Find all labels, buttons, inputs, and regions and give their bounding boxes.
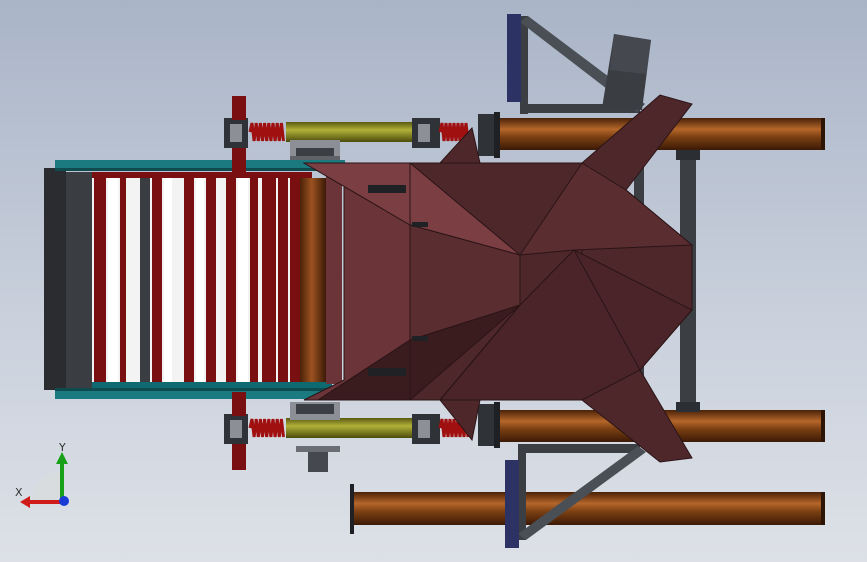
cad-viewport[interactable]: Y X (0, 0, 867, 562)
shock-spring (248, 122, 285, 142)
conveyor-slat (278, 178, 288, 382)
conveyor-slat (94, 178, 106, 382)
x-axis-label: X (15, 486, 23, 499)
conveyor-slat (290, 178, 300, 382)
shock-damper-body (286, 418, 420, 438)
conveyor-slat (120, 178, 126, 382)
conveyor-slat (152, 178, 162, 382)
conveyor-end-cap (44, 168, 94, 390)
frame-top-triangle (507, 14, 651, 114)
shock-bracket (232, 96, 246, 120)
pipe-flange-top (478, 112, 500, 158)
shock-spring (248, 418, 285, 438)
conveyor-slat (226, 178, 236, 382)
y-axis-label: Y (58, 441, 66, 454)
shock-eye-left (230, 124, 242, 142)
conveyor-inner-rail-top (92, 172, 312, 178)
conveyor-slat (184, 178, 194, 382)
conveyor-drive-roller (300, 176, 342, 384)
shock-absorber-bottom (224, 392, 470, 470)
shock-eye-right (418, 124, 430, 142)
pipe-flange-middle (478, 402, 500, 448)
conveyor-slat (262, 178, 276, 382)
shock-bracket (232, 148, 246, 174)
conveyor-slat (206, 178, 216, 382)
conveyor-slat (140, 178, 150, 382)
triad-plane (32, 472, 62, 502)
conveyor-bars (92, 178, 302, 382)
conveyor-slat (250, 178, 258, 382)
shock-eye-left (230, 420, 242, 438)
conveyor-slat (196, 178, 204, 382)
conveyor-inner-rail-bottom (92, 382, 332, 388)
axis-triad: Y X (15, 441, 69, 508)
shock-damper-body (286, 122, 420, 142)
conveyor-rail-top (55, 160, 345, 171)
z-axis-dot (59, 496, 69, 506)
conveyor-rail-bottom (55, 388, 345, 399)
cad-model-drawing: Y X (15, 14, 825, 548)
conveyor-slat (238, 178, 248, 382)
pulley-top (290, 140, 340, 160)
shock-bracket (232, 444, 246, 470)
shock-eye-right (418, 420, 430, 438)
shock-bracket (232, 392, 246, 416)
conveyor-slat (164, 178, 172, 382)
conveyor-slat (108, 178, 118, 382)
